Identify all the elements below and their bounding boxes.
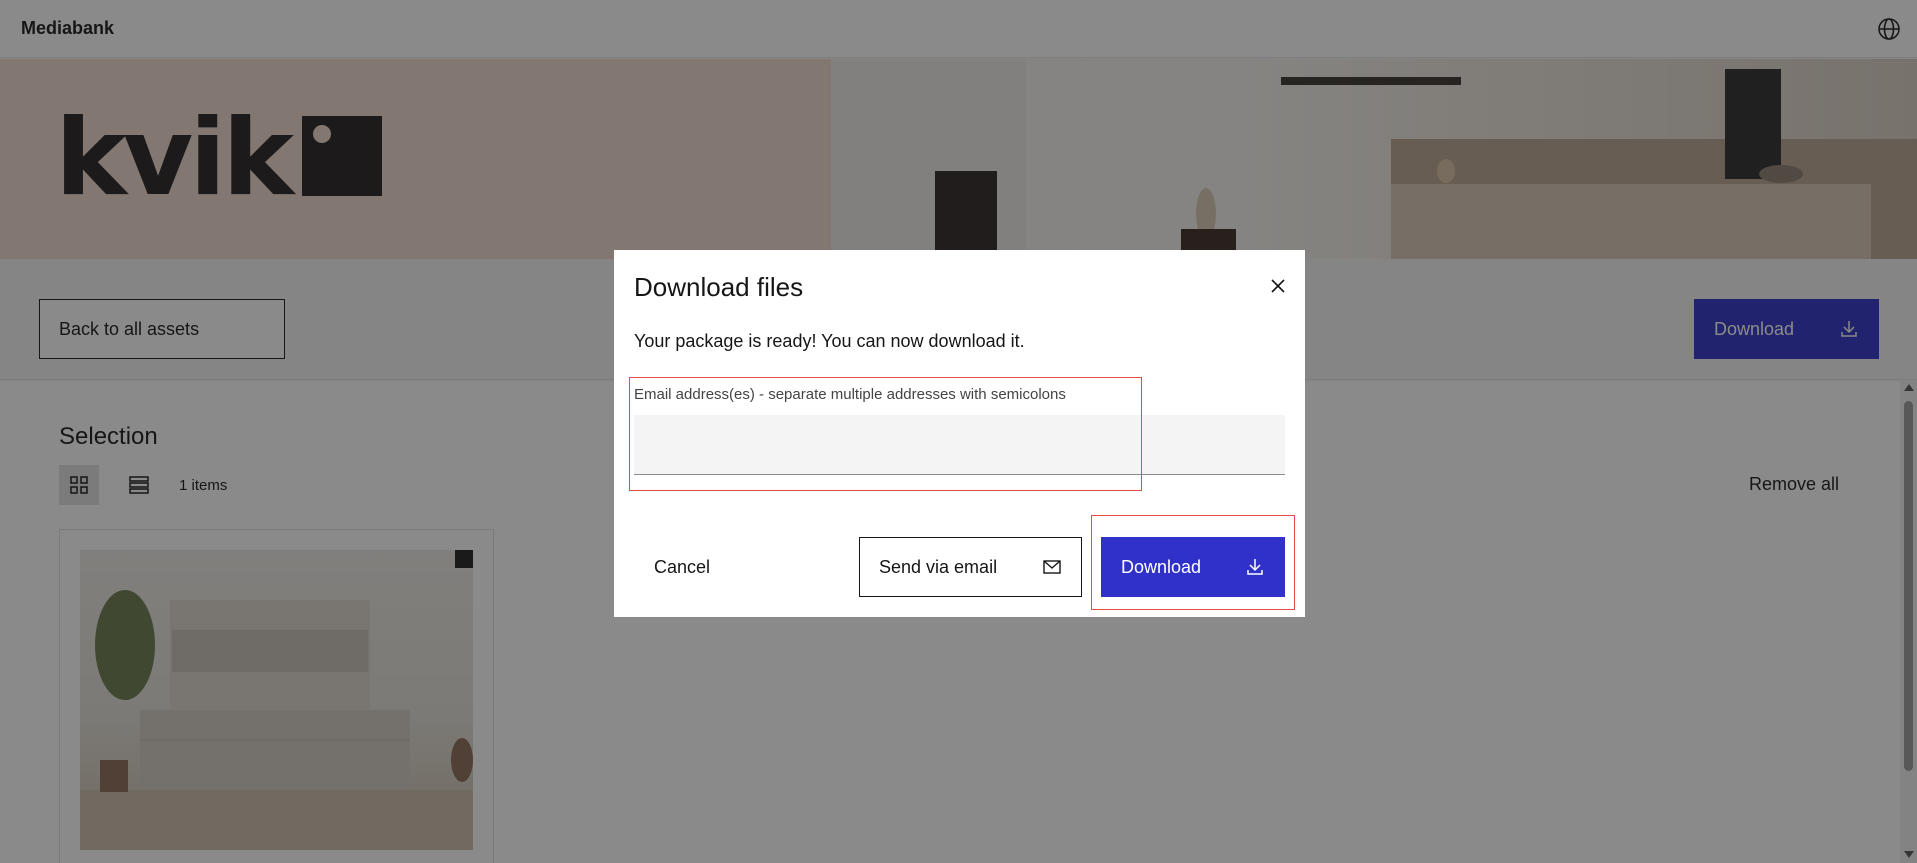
cancel-button[interactable]: Cancel — [634, 537, 814, 597]
email-field[interactable] — [634, 415, 1285, 475]
mail-icon — [1043, 560, 1061, 574]
dialog-message: Your package is ready! You can now downl… — [634, 331, 1025, 351]
email-field-label: Email address(es) - separate multiple ad… — [634, 386, 1066, 403]
download-icon — [1247, 559, 1263, 575]
download-files-dialog: Download files Your package is ready! Yo… — [614, 250, 1305, 617]
close-icon — [1271, 279, 1285, 293]
dialog-download-button[interactable]: Download — [1101, 537, 1285, 597]
send-via-email-button[interactable]: Send via email — [859, 537, 1082, 597]
dialog-close-button[interactable] — [1262, 270, 1294, 302]
send-via-email-label: Send via email — [879, 556, 998, 577]
dialog-title: Download files — [634, 272, 804, 302]
dialog-download-label: Download — [1121, 556, 1202, 577]
